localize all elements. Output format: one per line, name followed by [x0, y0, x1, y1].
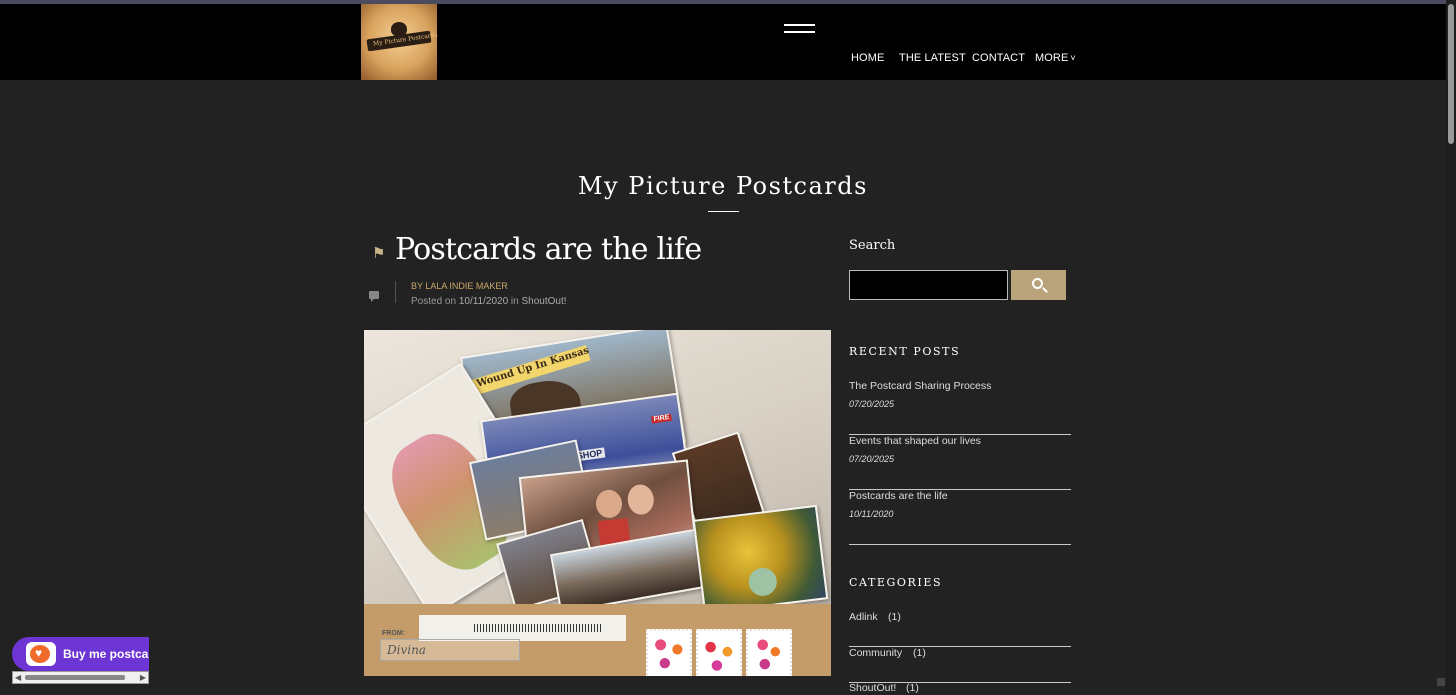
envelope-signature: Divina — [387, 643, 426, 657]
widget-scrollbar[interactable]: ◀ ▶ — [12, 671, 149, 684]
search-icon — [1032, 278, 1043, 289]
stamp-hearts-3 — [746, 629, 792, 676]
heart-icon: ♥ — [35, 646, 43, 660]
search-button[interactable] — [1011, 270, 1066, 300]
envelope-from: FROM: — [382, 630, 405, 637]
category-item: Adlink (1) — [849, 611, 1071, 647]
scroll-right-icon[interactable]: ▶ — [140, 673, 146, 682]
scrollbar-thumb[interactable] — [1448, 4, 1454, 144]
nav-more[interactable]: MORE ˅ — [1035, 52, 1076, 64]
categories-heading: CATEGORIES — [849, 576, 943, 589]
nav-home[interactable]: HOME — [851, 52, 884, 64]
category-item: ShoutOut! (1) — [849, 682, 1071, 695]
recent-post-item: The Postcard Sharing Process 07/20/2025 — [849, 380, 1071, 435]
featured-image: Wound Up In Kansas RICO SHOP FIRE FROM: … — [364, 330, 831, 676]
meta-divider — [395, 281, 396, 303]
post-category[interactable]: ShoutOut! — [522, 296, 567, 307]
post-meta: Posted on 10/11/2020 in ShoutOut! — [411, 296, 567, 307]
postcard-flag-icon: ⚑ — [372, 245, 386, 262]
site-logo[interactable]: My Picture Postcards — [361, 4, 439, 80]
post-title[interactable]: Postcards are the life — [395, 232, 702, 267]
site-title: My Picture Postcards — [578, 172, 868, 200]
postcard-fire-text: FIRE — [651, 413, 672, 424]
scroll-left-icon[interactable]: ◀ — [15, 673, 21, 682]
logo-text: My Picture Postcards — [372, 31, 439, 48]
category-name[interactable]: Community — [849, 647, 902, 659]
category-item: Community (1) — [849, 647, 1071, 683]
nav-contact[interactable]: CONTACT — [972, 52, 1025, 64]
category-count: (1) — [906, 682, 919, 694]
post-author[interactable]: BY LALA INDIE MAKER — [411, 281, 508, 291]
category-count: (1) — [888, 611, 901, 623]
buy-me-postcards-button[interactable]: ♥ Buy me postcards — [12, 637, 149, 671]
chevron-down-icon: ˅ — [1070, 53, 1076, 63]
category-name[interactable]: ShoutOut! — [849, 682, 896, 694]
buy-me-postcards-label: Buy me postcards — [63, 647, 149, 661]
comment-icon[interactable] — [369, 291, 379, 302]
nav-the-latest[interactable]: THE LATEST — [899, 52, 966, 64]
search-input[interactable] — [849, 270, 1008, 300]
recent-posts-heading: RECENT POSTS — [849, 345, 961, 358]
site-header — [0, 4, 1456, 80]
category-name[interactable]: Adlink — [849, 611, 878, 623]
resize-corner — [1437, 678, 1445, 686]
in-prefix: in — [510, 296, 519, 307]
category-count: (1) — [913, 647, 926, 659]
stamp-hearts-1 — [646, 629, 692, 676]
post-date[interactable]: 10/11/2020 — [459, 296, 508, 307]
postcard-flowers — [692, 504, 829, 615]
recent-post-title[interactable]: Events that shaped our lives — [849, 435, 981, 447]
recent-post-item: Events that shaped our lives 07/20/2025 — [849, 435, 1071, 490]
recent-post-item: Postcards are the life 10/11/2020 — [849, 490, 1071, 545]
recent-post-title[interactable]: The Postcard Sharing Process — [849, 380, 991, 392]
search-heading: Search — [849, 238, 896, 253]
page-scrollbar[interactable] — [1446, 0, 1456, 695]
posted-prefix: Posted on — [411, 296, 457, 307]
menu-hamburger-icon[interactable] — [784, 24, 815, 33]
envelope-barcode — [474, 624, 602, 632]
stamp-hearts-2 — [696, 629, 742, 676]
envelope-writing: Divina — [380, 639, 520, 661]
recent-post-title[interactable]: Postcards are the life — [849, 490, 948, 502]
nav-more-label: MORE — [1035, 52, 1069, 64]
recent-post-date: 10/11/2020 — [849, 509, 894, 519]
recent-post-date: 07/20/2025 — [849, 454, 895, 464]
title-underline — [708, 211, 739, 212]
recent-post-date: 07/20/2025 — [849, 399, 895, 409]
widget-scroll-thumb[interactable] — [25, 675, 125, 680]
